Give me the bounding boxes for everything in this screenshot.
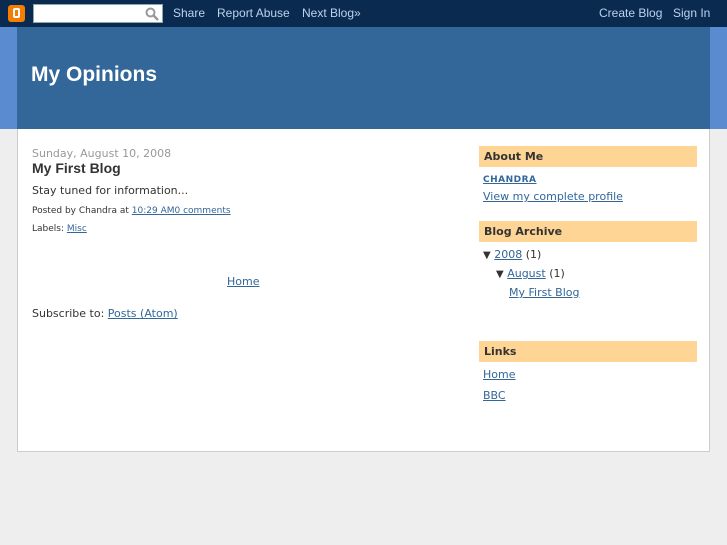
author-name-link[interactable]: CHANDRA <box>483 175 537 185</box>
post-title: My First Blog <box>32 160 121 176</box>
subscribe-line: Subscribe to: Posts (Atom) <box>32 307 178 320</box>
sidebar-link-bbc[interactable]: BBC <box>483 389 506 402</box>
subscribe-prefix: Subscribe to: <box>32 307 105 320</box>
content-card: Sunday, August 10, 2008 My First Blog St… <box>17 129 710 452</box>
next-blog-link[interactable]: Next Blog» <box>302 6 361 20</box>
blog-archive-heading: Blog Archive <box>479 221 697 242</box>
archive-month-row: ▼ August (1) <box>496 267 565 280</box>
comments-link[interactable]: 0 comments <box>175 206 231 216</box>
archive-post-row: My First Blog <box>509 286 579 299</box>
post-date: Sunday, August 10, 2008 <box>32 147 172 160</box>
share-link[interactable]: Share <box>173 6 205 20</box>
blog-title[interactable]: My Opinions <box>31 63 157 87</box>
post-body: Stay tuned for information... <box>32 184 189 197</box>
labels-prefix: Labels: <box>32 224 65 234</box>
create-blog-link[interactable]: Create Blog <box>599 6 662 20</box>
blogger-logo-icon[interactable] <box>8 5 25 22</box>
sidebar-link-home[interactable]: Home <box>483 368 515 381</box>
home-link[interactable]: Home <box>227 275 259 288</box>
search-input[interactable] <box>33 4 163 23</box>
subscribe-posts-atom-link[interactable]: Posts (Atom) <box>108 307 178 320</box>
posted-by-text: Posted by Chandra at <box>32 206 129 216</box>
archive-post-link[interactable]: My First Blog <box>509 286 579 299</box>
label-link-misc[interactable]: Misc <box>67 224 87 234</box>
profile-row: View my complete profile <box>483 190 623 203</box>
archive-year-row: ▼ 2008 (1) <box>483 248 541 261</box>
archive-year-link[interactable]: 2008 <box>494 248 522 261</box>
links-item-row: Home <box>483 368 515 381</box>
search-icon[interactable] <box>145 7 159 21</box>
archive-month-count: (1) <box>549 267 565 280</box>
archive-month-link[interactable]: August <box>507 267 546 280</box>
author-name-row: CHANDRA <box>483 172 537 185</box>
links-item-row: BBC <box>483 389 506 402</box>
sign-in-link[interactable]: Sign In <box>673 6 710 20</box>
post-time-link[interactable]: 10:29 AM <box>132 206 175 216</box>
blog-header: My Opinions <box>17 27 710 129</box>
about-me-heading: About Me <box>479 146 697 167</box>
view-profile-link[interactable]: View my complete profile <box>483 190 623 203</box>
collapse-toggle-icon[interactable]: ▼ <box>483 250 491 261</box>
top-navbar: Share Report Abuse Next Blog» Create Blo… <box>0 0 727 27</box>
header-band: My Opinions <box>0 27 727 129</box>
post-labels: Labels: Misc <box>32 224 87 234</box>
collapse-toggle-icon[interactable]: ▼ <box>496 269 504 280</box>
archive-year-count: (1) <box>525 248 542 261</box>
links-heading: Links <box>479 341 697 362</box>
post-footer: Posted by Chandra at 10:29 AM0 comments <box>32 206 231 216</box>
report-abuse-link[interactable]: Report Abuse <box>217 6 290 20</box>
